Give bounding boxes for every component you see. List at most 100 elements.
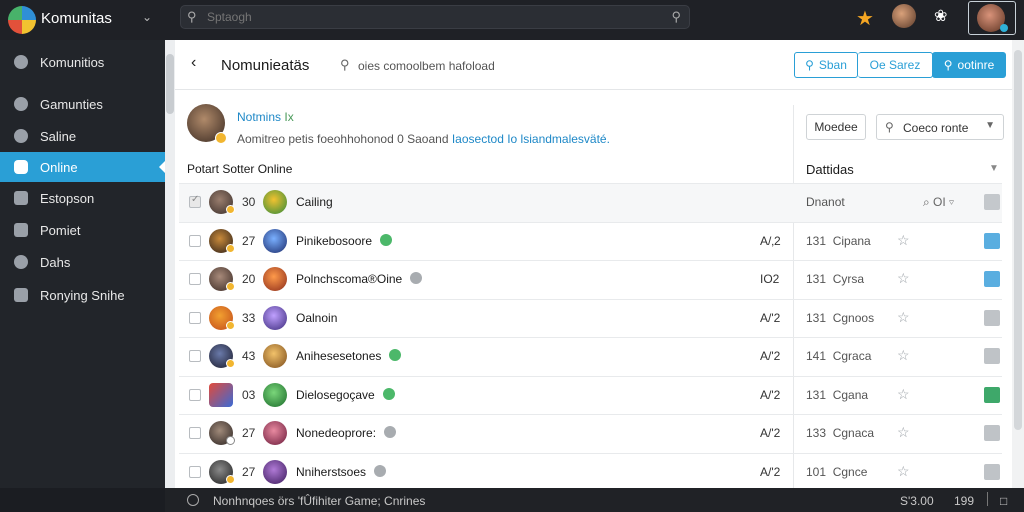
profile-name[interactable]: Notmins Ix: [237, 110, 294, 124]
favorite-star-icon[interactable]: ☆: [897, 232, 910, 249]
search-icon[interactable]: ⚲: [340, 57, 350, 73]
users-icon: [14, 255, 28, 269]
gear-icon[interactable]: ❀: [934, 6, 947, 26]
table-header-row: 30 Cailing Dnanot ⌕ OI ▿: [179, 183, 1002, 222]
player-count-number: 131: [806, 310, 827, 325]
community-icon: [14, 55, 28, 69]
rank-icon: [209, 421, 235, 445]
row-checkbox[interactable]: [189, 234, 201, 247]
search-submit-icon[interactable]: ⚲: [671, 9, 681, 25]
game-name[interactable]: Pinikebosoore: [296, 233, 393, 248]
game-name[interactable]: Anihesesetones: [296, 349, 402, 363]
table-row[interactable]: 27 Nniherstsoes A/'2 101 Cgnce ☆: [179, 452, 1002, 492]
row-action-icon[interactable]: [984, 271, 1000, 287]
globe-icon: [14, 129, 28, 143]
row-checkbox[interactable]: [189, 465, 201, 478]
player-count-label: Cgraca: [832, 349, 872, 363]
row-action-icon[interactable]: [984, 425, 1000, 441]
favorite-star-icon[interactable]: ☆: [897, 270, 910, 287]
profile-description-link[interactable]: Iaosectod Io lsiandmalesväté.: [452, 132, 610, 146]
table-row[interactable]: 33 Oalnoin A/'2 131 Cgnoos ☆: [179, 298, 1002, 338]
row-checkbox[interactable]: [189, 350, 201, 362]
player-count: 131 Cgana: [806, 388, 868, 402]
sidebar-item-ronying-snihe[interactable]: Ronying Snihe: [0, 280, 165, 310]
game-name[interactable]: Oalnoin: [296, 311, 337, 325]
info-icon[interactable]: [187, 494, 199, 506]
table-row[interactable]: 03 Dielosegoçave A/'2 131 Cgana ☆: [179, 375, 1002, 415]
row-action-icon[interactable]: [984, 232, 1000, 249]
search-input[interactable]: [207, 9, 647, 25]
sidebar-item-dahs[interactable]: Dahs: [0, 247, 165, 277]
expand-icon[interactable]: □: [1000, 494, 1007, 508]
scrollbar[interactable]: [1012, 40, 1024, 488]
app-logo-icon[interactable]: [8, 6, 36, 34]
mode-button[interactable]: Moedee: [806, 114, 866, 140]
row-action-icon[interactable]: [984, 309, 1000, 326]
header-search-text[interactable]: oies comoolbem hafoload: [358, 59, 495, 73]
chevron-down-icon[interactable]: ⌄: [142, 10, 152, 24]
sidebar-item-saline[interactable]: Saline: [0, 121, 165, 151]
filter-select[interactable]: ⚲ Coeco ronte ▼: [876, 114, 1004, 140]
friend-avatar[interactable]: [892, 4, 916, 28]
sidebar-item-gamunties[interactable]: Gamunties: [0, 89, 165, 119]
filter-select-value: Coeco ronte: [903, 121, 969, 135]
game-icon: [263, 305, 287, 330]
sidebar-item-estopson[interactable]: Estopson: [0, 183, 165, 213]
panel-edge-thumb[interactable]: [166, 54, 174, 114]
profile-avatar[interactable]: [187, 104, 227, 144]
row-checkbox[interactable]: [189, 273, 201, 285]
rank-icon: [209, 382, 233, 407]
table-row[interactable]: 27 Nonedeoprore: A/'2 133 Cgnaca ☆: [179, 414, 1002, 453]
rank-number: 27: [242, 426, 256, 440]
online-status-icon: [382, 387, 395, 400]
row-action-icon[interactable]: [984, 386, 1000, 403]
game-name[interactable]: Polnchscoma®Oine: [296, 272, 423, 286]
row-action-icon[interactable]: [984, 348, 1000, 364]
table-row[interactable]: 43 Anihesesetones A/'2 141 Cgraca ☆: [179, 337, 1002, 376]
rank-number: 20: [242, 272, 256, 286]
row-checkbox[interactable]: [189, 311, 201, 324]
row-action-icon[interactable]: [984, 463, 1000, 480]
game-name-text: Pinikebosoore: [296, 233, 373, 248]
user-avatar-button[interactable]: [968, 1, 1016, 35]
sidebar-item-pomiet[interactable]: Pomiet: [0, 215, 165, 245]
game-name[interactable]: Dielosegoçave: [296, 387, 395, 402]
score-value: A/‚2: [760, 233, 781, 248]
favorite-star-icon[interactable]: ☆: [897, 309, 910, 326]
rank-badge-icon: [226, 205, 235, 214]
table-action-icon[interactable]: [984, 194, 1000, 210]
game-name[interactable]: Nonedeoprore:: [296, 426, 397, 440]
chevron-down-icon[interactable]: ▼: [989, 163, 999, 174]
search-icon: ⚲: [805, 58, 814, 72]
player-count-label: Cgnoos: [832, 310, 875, 325]
star-icon[interactable]: ★: [856, 6, 874, 31]
column-tools[interactable]: ⌕ OI ▿: [923, 195, 954, 210]
games-button[interactable]: Oe Sarez: [858, 52, 933, 78]
search-bar[interactable]: ⚲ ⚲: [180, 5, 690, 29]
online-icon: [14, 160, 28, 174]
game-name-text: Oalnoin: [296, 310, 338, 325]
favorite-star-icon[interactable]: ☆: [897, 347, 910, 364]
primary-action-button[interactable]: ⚲ ootinre: [932, 52, 1006, 78]
select-all-checkbox[interactable]: [189, 194, 201, 208]
favorite-star-icon[interactable]: ☆: [897, 386, 910, 403]
sidebar-item-online[interactable]: Online: [0, 152, 166, 182]
sidebar-item-komunitios[interactable]: Komunitios: [0, 47, 165, 77]
rank-number: 33: [242, 310, 256, 325]
back-arrow-icon[interactable]: ‹: [191, 54, 196, 72]
game-name[interactable]: Nniherstsoes: [296, 464, 387, 479]
table-row[interactable]: 27 Pinikebosoore A/‚2 131 Cipana ☆: [179, 221, 1002, 261]
scrollbar-thumb[interactable]: [1014, 50, 1022, 430]
rank-number: 27: [242, 464, 256, 479]
search-button[interactable]: ⚲ Sban: [794, 52, 858, 78]
table-row[interactable]: 20 Polnchscoma®Oine IO2 131 Cyrsa ☆: [179, 260, 1002, 299]
favorite-star-icon[interactable]: ☆: [897, 463, 910, 480]
rank-number: 43: [242, 349, 256, 363]
column-header[interactable]: Dnanot: [806, 195, 845, 209]
game-name[interactable]: Cailing: [296, 195, 333, 209]
favorite-star-icon[interactable]: ☆: [897, 424, 910, 441]
row-checkbox[interactable]: [189, 427, 201, 439]
game-icon: [263, 190, 287, 214]
player-count-label: Cyrsa: [832, 272, 865, 286]
row-checkbox[interactable]: [189, 388, 201, 401]
